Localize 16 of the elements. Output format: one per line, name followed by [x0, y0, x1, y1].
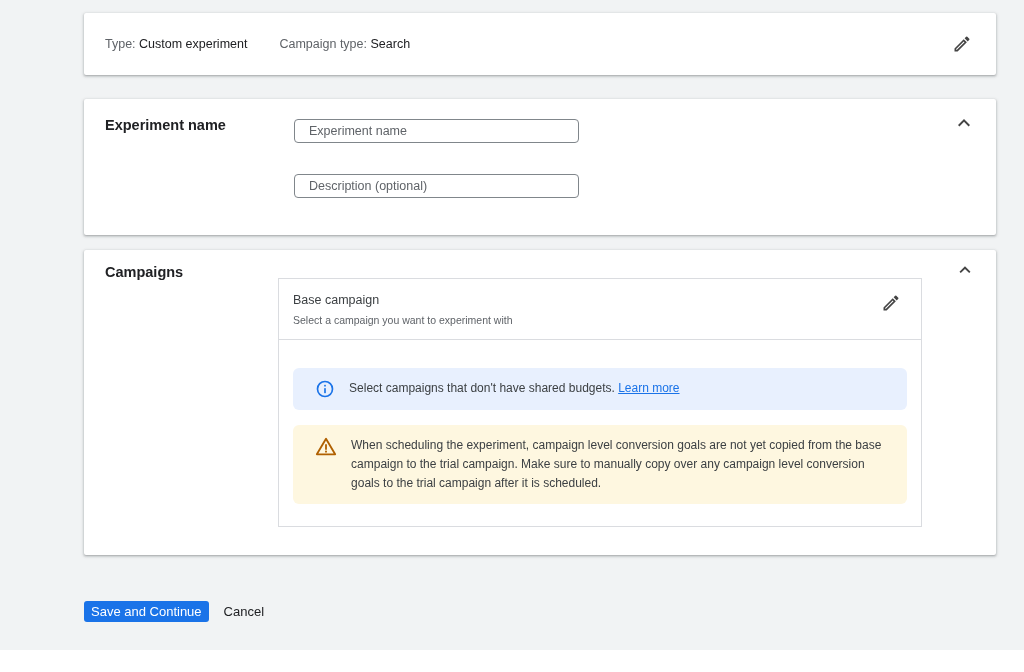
save-button[interactable]: Save and Continue	[84, 601, 209, 622]
panel-title: Base campaign	[293, 293, 381, 307]
warning-text: When scheduling the experiment, campaign level conversion goals are not yet copied from the base campaign to the trial campaign. Make sure to manually copy over any campaign level conversion goals to the trial campaign after it is scheduled.	[351, 437, 883, 492]
section-title: Campaigns	[105, 263, 185, 282]
warning-icon	[315, 436, 338, 458]
edit-icon[interactable]	[952, 34, 972, 54]
summary-text: Campaign type: Search	[279, 37, 411, 51]
info-text: Select campaigns that don't have shared budgets. Learn more	[349, 380, 680, 397]
input-field[interactable]: Experiment name	[294, 119, 579, 143]
learn-more-link[interactable]: Learn more	[618, 381, 680, 395]
summary-text: Type: Custom experiment	[105, 37, 248, 51]
panel-subtitle: Select a campaign you want to experiment with	[293, 314, 513, 326]
input-field[interactable]: Description (optional)	[294, 174, 579, 198]
cancel-button[interactable]: Cancel	[216, 601, 272, 622]
section-title: Experiment name	[105, 116, 227, 135]
info-icon	[315, 379, 336, 399]
